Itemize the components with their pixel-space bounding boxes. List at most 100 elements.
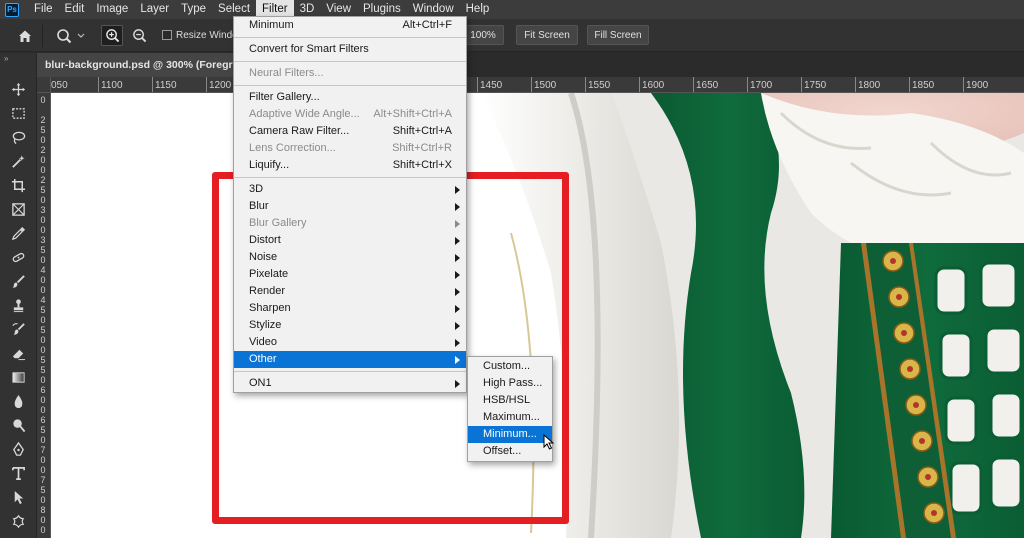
submenu-blur-gallery[interactable]: Blur Gallery <box>234 215 466 232</box>
menu-item-label: Video <box>249 336 277 348</box>
options-divider <box>42 25 43 47</box>
menu-item-label: HSB/HSL <box>483 394 531 406</box>
menu-item-label: 3D <box>249 183 264 195</box>
submenu-arrow-icon <box>455 305 460 313</box>
document-tab[interactable]: blur-background.psd @ 300% (Foreground, … <box>37 53 237 77</box>
submenu-3d[interactable]: 3D <box>234 181 466 198</box>
lasso-icon[interactable] <box>6 128 30 147</box>
menu-item-label: High Pass... <box>483 377 543 389</box>
type-icon[interactable] <box>6 464 30 483</box>
ruler-tick: 1450 <box>476 77 503 92</box>
submenu-distort[interactable]: Distort <box>234 232 466 249</box>
frame-icon[interactable] <box>6 200 30 219</box>
brush-icon[interactable] <box>6 272 30 291</box>
menu-item-convert-smart[interactable]: Convert for Smart Filters <box>234 41 466 58</box>
eyedropper-icon[interactable] <box>6 224 30 243</box>
menu-item-label: Blur <box>249 200 269 212</box>
zoom-100-button[interactable]: 100% <box>462 25 504 45</box>
menu-item-label: Camera Raw Filter... <box>249 125 350 137</box>
home-icon[interactable] <box>14 26 36 46</box>
menu-item-maximum[interactable]: Maximum... <box>468 409 552 426</box>
ruler-tick: 7 0 0 <box>40 445 46 475</box>
submenu-arrow-icon <box>455 271 460 279</box>
fit-screen-button[interactable]: Fit Screen <box>516 25 578 45</box>
menu-file[interactable]: File <box>28 0 59 19</box>
move-icon[interactable] <box>6 80 30 99</box>
menu-item-camera-raw[interactable]: Camera Raw Filter... Shift+Ctrl+A <box>234 123 466 140</box>
menu-layer[interactable]: Layer <box>134 0 175 19</box>
menu-item-high-pass[interactable]: High Pass... <box>468 375 552 392</box>
options-bar: Resize Window 100% Fit Screen Fill Scree… <box>0 19 1024 52</box>
document-tab-bar: blur-background.psd @ 300% (Foreground, … <box>37 53 1024 77</box>
submenu-video[interactable]: Video <box>234 334 466 351</box>
clone-stamp-icon[interactable] <box>6 296 30 315</box>
healing-brush-icon[interactable] <box>6 248 30 267</box>
submenu-other[interactable]: Other <box>234 351 466 368</box>
submenu-blur[interactable]: Blur <box>234 198 466 215</box>
menu-item-minimum[interactable]: Minimum... <box>468 426 552 443</box>
ruler-tick: 7 5 0 <box>40 475 46 505</box>
submenu-on1[interactable]: ON1 <box>234 375 466 392</box>
marquee-icon[interactable] <box>6 104 30 123</box>
menu-item-adaptive-wide-angle[interactable]: Adaptive Wide Angle... Alt+Shift+Ctrl+A <box>234 106 466 123</box>
ruler-tick: 0 <box>40 95 46 105</box>
ruler-tick: 4 0 0 <box>40 265 46 295</box>
fill-screen-button[interactable]: Fill Screen <box>587 25 649 45</box>
zoom-out-icon[interactable] <box>128 25 150 46</box>
zoom-tool-preset-icon[interactable] <box>54 26 88 46</box>
submenu-pixelate[interactable]: Pixelate <box>234 266 466 283</box>
menu-edit[interactable]: Edit <box>59 0 91 19</box>
ruler-tick: 1200 <box>205 77 232 92</box>
menu-separator <box>234 37 466 38</box>
blur-tool-icon[interactable] <box>6 392 30 411</box>
ruler-tick: 1550 <box>584 77 611 92</box>
submenu-noise[interactable]: Noise <box>234 249 466 266</box>
ruler-tick: 1150 <box>152 77 177 92</box>
menu-item-label: Other <box>249 353 277 365</box>
menu-type[interactable]: Type <box>175 0 212 19</box>
zoom-in-icon[interactable] <box>101 25 123 46</box>
menu-item-label: Minimum... <box>483 428 537 440</box>
submenu-sharpen[interactable]: Sharpen <box>234 300 466 317</box>
ruler-tick: 1700 <box>746 77 773 92</box>
menu-item-label: Convert for Smart Filters <box>249 43 369 55</box>
menu-item-lens-correction[interactable]: Lens Correction... Shift+Ctrl+R <box>234 140 466 157</box>
collapse-icon[interactable]: » <box>4 54 8 63</box>
vertical-ruler[interactable]: 0 2 5 0 2 0 0 2 5 0 3 0 0 3 5 0 4 0 0 4 … <box>37 93 51 538</box>
magic-wand-icon[interactable] <box>6 152 30 171</box>
menu-item-liquify[interactable]: Liquify... Shift+Ctrl+X <box>234 157 466 174</box>
crop-icon[interactable] <box>6 176 30 195</box>
menu-item-label: Stylize <box>249 319 282 331</box>
custom-shape-icon[interactable] <box>6 512 30 531</box>
eraser-icon[interactable] <box>6 344 30 363</box>
menu-item-last-filter[interactable]: Minimum Alt+Ctrl+F <box>234 17 466 34</box>
menu-item-hsb-hsl[interactable]: HSB/HSL <box>468 392 552 409</box>
path-select-icon[interactable] <box>6 488 30 507</box>
ruler-tick: 3 5 0 <box>40 235 46 265</box>
menu-item-offset[interactable]: Offset... <box>468 443 552 460</box>
menu-image[interactable]: Image <box>90 0 134 19</box>
history-brush-icon[interactable] <box>6 320 30 339</box>
menu-item-neural-filters[interactable]: Neural Filters... <box>234 65 466 82</box>
other-submenu: Custom... High Pass... HSB/HSL Maximum..… <box>467 356 553 462</box>
menu-item-label: Offset... <box>483 445 522 457</box>
ruler-tick: 1600 <box>638 77 665 92</box>
menu-item-shortcut: Alt+Ctrl+F <box>402 19 452 31</box>
menu-item-custom[interactable]: Custom... <box>468 358 552 375</box>
dodge-icon[interactable] <box>6 416 30 435</box>
ruler-tick: 1900 <box>962 77 989 92</box>
gradient-icon[interactable] <box>6 368 30 387</box>
submenu-stylize[interactable]: Stylize <box>234 317 466 334</box>
pen-icon[interactable] <box>6 440 30 459</box>
menu-separator <box>234 85 466 86</box>
ruler-tick: 050 <box>51 80 68 91</box>
submenu-render[interactable]: Render <box>234 283 466 300</box>
resize-window-checkbox[interactable] <box>162 30 172 40</box>
ruler-tick: 8 0 0 <box>40 505 46 535</box>
menu-item-filter-gallery[interactable]: Filter Gallery... <box>234 89 466 106</box>
menu-item-shortcut: Shift+Ctrl+R <box>392 142 452 154</box>
horizontal-ruler[interactable]: 050 1100 1150 1200 1450 1500 1550 1600 1… <box>51 77 1024 93</box>
submenu-arrow-icon <box>455 380 460 388</box>
ruler-origin[interactable] <box>37 77 51 93</box>
menu-bar: Ps File Edit Image Layer Type Select Fil… <box>0 0 1024 19</box>
